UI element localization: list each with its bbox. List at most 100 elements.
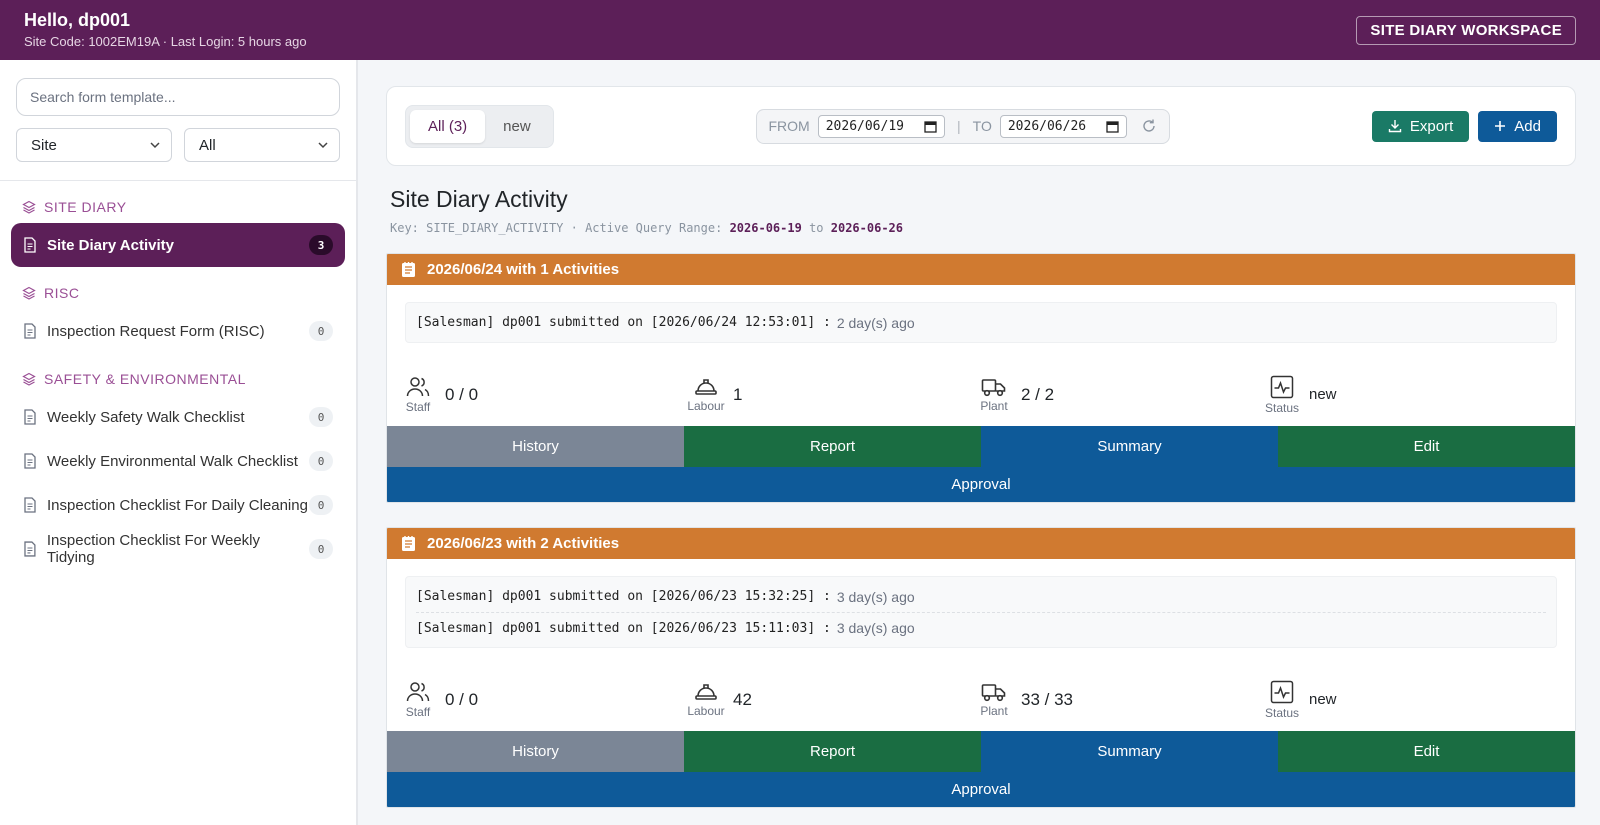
hard-hat-icon <box>695 378 717 395</box>
card-header: 2026/06/24 with 1 Activities <box>387 254 1575 285</box>
sidebar-item-label: Inspection Request Form (RISC) <box>47 322 265 340</box>
sidebar-item-label: Weekly Environmental Walk Checklist <box>47 452 298 470</box>
log-text: [Salesman] dp001 submitted on [2026/06/2… <box>416 620 831 636</box>
labour-value: 42 <box>733 689 752 709</box>
tab-new[interactable]: new <box>485 110 549 143</box>
add-label: Add <box>1514 117 1541 135</box>
card-actions: History Report Summary Edit <box>387 731 1575 772</box>
from-date-input[interactable]: 2026/06/19 <box>817 114 945 138</box>
sidebar-item-label: Inspection Checklist For Weekly Tidying <box>46 532 261 566</box>
plant-caption: Plant <box>980 703 1008 718</box>
sidebar-item[interactable]: Weekly Safety Walk Checklist 0 <box>11 395 345 439</box>
plant-stat: Plant 33 / 33 <box>980 668 1269 731</box>
filter-tabs: All (3) new <box>405 104 554 148</box>
date-range: FROM 2026/06/19 | TO 2026/06/26 <box>755 108 1171 144</box>
site-login-info: Site Code: 1002EM19A · Last Login: 5 hou… <box>24 33 307 49</box>
card-stats: Staff 0 / 0 Labour 1 Plant 2 / 2 Status new <box>387 343 1575 426</box>
summary-button[interactable]: Summary <box>981 426 1278 467</box>
sidebar-section-header: RISC <box>0 285 356 301</box>
site-filter-select[interactable]: Site <box>16 128 172 162</box>
document-icon <box>24 237 36 253</box>
card-header: 2026/06/23 with 2 Activities <box>387 528 1575 559</box>
truck-icon <box>981 683 1006 701</box>
plant-caption: Plant <box>980 398 1008 413</box>
section-title: RISC <box>44 285 80 301</box>
chevron-down-icon <box>318 142 328 149</box>
plant-stat: Plant 2 / 2 <box>980 363 1269 426</box>
sidebar-item-label: Weekly Safety Walk Checklist <box>47 408 245 426</box>
activity-card: 2026/06/24 with 1 Activities [Salesman] d… <box>386 253 1576 503</box>
main-content: All (3) new FROM 2026/06/19 | TO 2026/06… <box>358 60 1600 825</box>
count-badge: 0 <box>309 539 333 559</box>
range-separator: | <box>957 118 961 134</box>
document-icon <box>24 541 36 557</box>
report-button[interactable]: Report <box>684 731 981 772</box>
document-icon <box>24 453 36 469</box>
section-title: SITE DIARY <box>44 199 127 215</box>
sidebar: Search form template... Site All SITE DI… <box>0 60 358 825</box>
sidebar-item[interactable]: Site Diary Activity 3 <box>11 223 345 267</box>
labour-value: 1 <box>733 384 743 404</box>
report-button[interactable]: Report <box>684 426 981 467</box>
workspace-badge: SITE DIARY WORKSPACE <box>1356 15 1576 45</box>
sidebar-sections: SITE DIARY Site Diary Activity 3 RISC Inspec… <box>0 199 356 571</box>
layers-icon <box>22 286 36 300</box>
history-button[interactable]: History <box>387 731 684 772</box>
status-value: new <box>1309 691 1337 708</box>
card-actions: History Report Summary Edit <box>387 426 1575 467</box>
section-title: SAFETY & ENVIRONMENTAL <box>44 371 246 387</box>
approval-button[interactable]: Approval <box>387 467 1575 502</box>
count-badge: 0 <box>309 407 333 427</box>
truck-icon <box>981 378 1006 396</box>
plant-value: 33 / 33 <box>1021 689 1073 709</box>
to-date-input[interactable]: 2026/06/26 <box>999 114 1128 138</box>
to-date-value: 2026/06/26 <box>1007 118 1087 134</box>
notepad-icon <box>402 262 415 277</box>
sidebar-item[interactable]: Inspection Checklist For Daily Cleaning 0 <box>11 483 345 527</box>
sidebar-item[interactable]: Inspection Request Form (RISC) 0 <box>11 309 345 353</box>
sidebar-item-label: Site Diary Activity <box>47 236 174 254</box>
search-input[interactable]: Search form template... <box>16 78 340 116</box>
range-to-word: to <box>809 221 824 235</box>
count-badge: 0 <box>309 321 333 341</box>
count-badge: 0 <box>309 495 333 515</box>
card-heading: 2026/06/23 with 2 Activities <box>427 535 620 552</box>
labour-stat: Labour 42 <box>687 668 981 731</box>
calendar-icon <box>1106 120 1119 133</box>
users-icon <box>406 681 430 701</box>
add-button[interactable]: Add <box>1478 110 1557 142</box>
refresh-icon[interactable] <box>1141 118 1157 134</box>
activity-log-line: [Salesman] dp001 submitted on [2026/06/2… <box>416 581 1546 612</box>
tab-all[interactable]: All (3) <box>410 109 486 143</box>
log-time-ago: 2 day(s) ago <box>836 314 915 331</box>
status-filter-select[interactable]: All <box>184 128 340 162</box>
log-time-ago: 3 day(s) ago <box>836 588 915 605</box>
status-caption: Status <box>1264 400 1300 415</box>
edit-button[interactable]: Edit <box>1278 426 1575 467</box>
status-caption: Status <box>1264 705 1300 720</box>
edit-button[interactable]: Edit <box>1278 731 1575 772</box>
staff-value: 0 / 0 <box>445 689 479 709</box>
sidebar-item[interactable]: Inspection Checklist For Weekly Tidying 0 <box>11 527 345 571</box>
from-date-value: 2026/06/19 <box>825 118 904 134</box>
chevron-down-icon <box>150 142 160 149</box>
from-label: FROM <box>768 118 810 134</box>
summary-button[interactable]: Summary <box>981 731 1278 772</box>
download-icon <box>1388 120 1402 133</box>
card-stats: Staff 0 / 0 Labour 42 Plant 33 / 33 Status new <box>387 648 1575 731</box>
document-icon <box>24 409 36 425</box>
sidebar-item-label: Inspection Checklist For Daily Cleaning <box>47 496 308 514</box>
count-badge: 3 <box>309 235 333 255</box>
approval-button[interactable]: Approval <box>387 772 1575 807</box>
activity-card: 2026/06/23 with 2 Activities [Salesman] d… <box>386 527 1576 808</box>
history-button[interactable]: History <box>387 426 684 467</box>
sidebar-item[interactable]: Weekly Environmental Walk Checklist 0 <box>11 439 345 483</box>
export-label: Export <box>1409 117 1454 135</box>
notepad-icon <box>402 536 415 551</box>
layers-icon <box>22 372 36 386</box>
labour-caption: Labour <box>687 703 725 718</box>
status-stat: Status new <box>1265 668 1557 731</box>
count-badge: 0 <box>309 451 333 471</box>
staff-stat: Staff 0 / 0 <box>405 668 693 731</box>
export-button[interactable]: Export <box>1371 110 1470 142</box>
